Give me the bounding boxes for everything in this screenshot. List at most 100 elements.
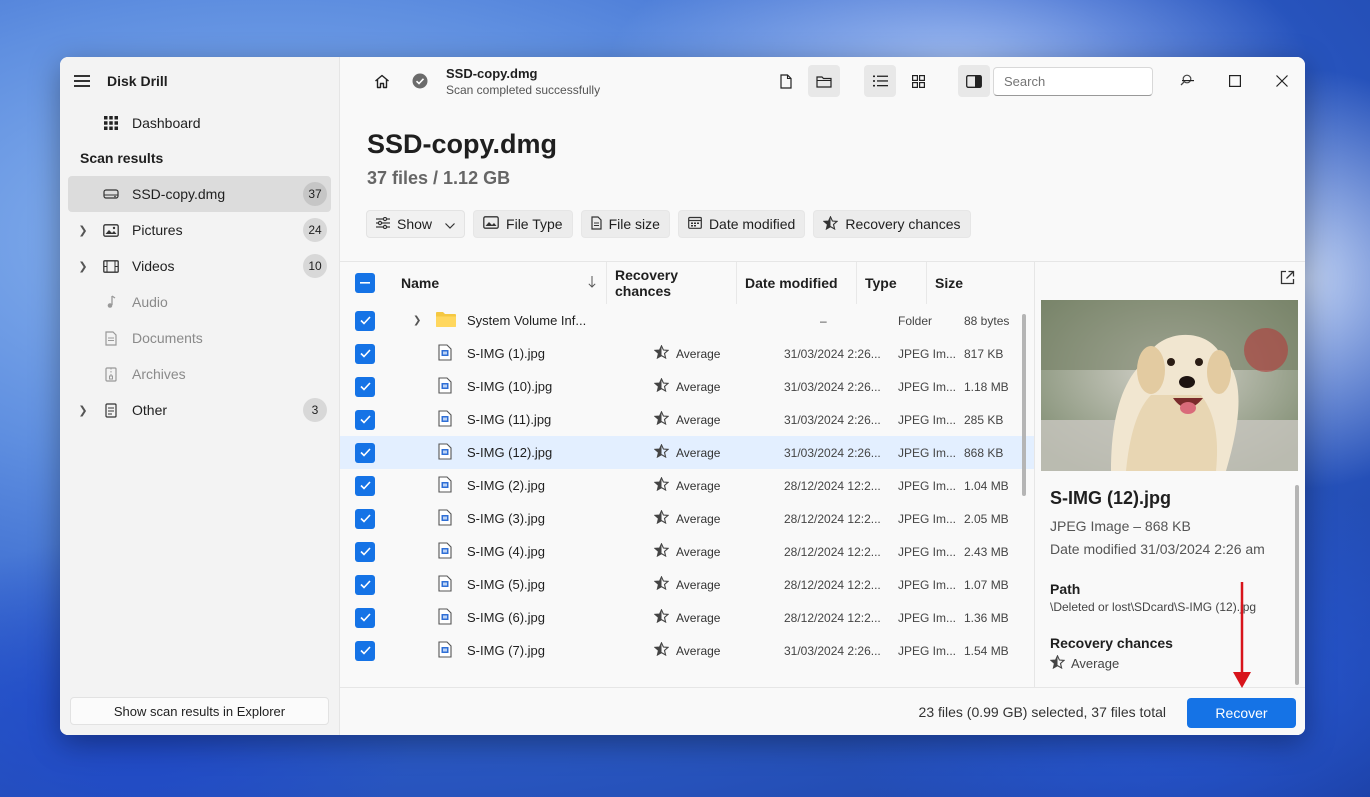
preview-panel-toggle-icon[interactable] <box>958 65 990 97</box>
file-name: S-IMG (2).jpg <box>467 478 546 493</box>
other-file-icon <box>102 402 120 418</box>
file-name: S-IMG (1).jpg <box>467 346 546 361</box>
row-checkbox[interactable] <box>355 376 375 397</box>
jpg-file-icon <box>438 376 452 397</box>
search-input[interactable] <box>1004 74 1180 89</box>
row-checkbox[interactable] <box>355 640 375 661</box>
folder-view-icon[interactable] <box>808 65 840 97</box>
column-header-size[interactable]: Size <box>926 262 1016 304</box>
file-type-filter-button[interactable]: File Type <box>473 210 573 238</box>
size-value: 1.36 MB <box>964 610 1009 625</box>
row-checkbox[interactable] <box>355 343 375 364</box>
table-row[interactable]: S-IMG (10).jpg Average 31/03/2024 2:26... J… <box>340 370 1034 403</box>
close-icon[interactable] <box>1258 57 1305 105</box>
table-row[interactable]: S-IMG (4).jpg Average 28/12/2024 12:2... JP… <box>340 535 1034 568</box>
preview-path-label: Path <box>1050 581 1081 597</box>
row-checkbox[interactable] <box>355 607 375 628</box>
row-checkbox[interactable] <box>355 409 375 430</box>
sidebar-item-other[interactable]: ❯ Other 3 <box>68 392 331 428</box>
list-view-icon[interactable] <box>864 65 896 97</box>
search-box[interactable] <box>993 67 1192 96</box>
date-value: 28/12/2024 12:2... <box>784 577 881 592</box>
row-checkbox[interactable] <box>355 310 375 331</box>
archive-icon <box>102 366 120 382</box>
show-filter-button[interactable]: Show <box>366 210 466 238</box>
scan-status: Scan completed successfully <box>446 82 601 97</box>
chevron-right-icon[interactable]: ❯ <box>76 404 90 417</box>
grid-view-icon[interactable] <box>902 65 934 97</box>
table-row[interactable]: S-IMG (2).jpg Average 28/12/2024 12:2... JP… <box>340 469 1034 502</box>
film-icon <box>102 259 120 273</box>
maximize-icon[interactable] <box>1211 57 1258 105</box>
preview-scrollbar[interactable] <box>1295 485 1299 685</box>
star-half-icon <box>653 641 670 659</box>
open-external-icon[interactable] <box>1280 270 1295 288</box>
count-badge: 3 <box>303 398 327 422</box>
sidebar-item-archives[interactable]: Archives <box>68 356 331 392</box>
column-header-type[interactable]: Type <box>856 262 926 304</box>
filter-label: Show <box>397 216 433 232</box>
page-subtitle: 37 files / 1.12 GB <box>367 168 511 188</box>
jpg-file-icon <box>438 508 452 529</box>
type-value: Folder <box>898 313 933 328</box>
window-controls <box>1164 57 1305 105</box>
table-row[interactable]: S-IMG (1).jpg Average 31/03/2024 2:26... JP… <box>340 337 1034 370</box>
row-checkbox[interactable] <box>355 442 375 463</box>
recovery-value: Average <box>676 412 721 427</box>
chevron-right-icon[interactable]: ❯ <box>76 260 90 273</box>
table-row[interactable]: ❯ System Volume Inf... – Folder 88 bytes <box>340 304 1034 337</box>
row-checkbox[interactable] <box>355 508 375 529</box>
page-title: SSD-copy.dmg <box>367 129 558 159</box>
select-all-checkbox[interactable] <box>355 273 375 293</box>
date-modified-filter-button[interactable]: Date modified <box>677 210 806 238</box>
sidebar-item-label: Audio <box>132 294 168 310</box>
row-checkbox[interactable] <box>355 541 375 562</box>
calendar-icon <box>688 216 702 232</box>
recovery-value: Average <box>676 346 721 361</box>
table-scrollbar[interactable] <box>1022 314 1026 496</box>
sidebar-item-documents[interactable]: Documents <box>68 320 331 356</box>
file-size-filter-button[interactable]: File size <box>580 210 670 238</box>
column-header-name[interactable]: Name <box>393 262 606 304</box>
scan-info: SSD-copy.dmg Scan completed successfully <box>446 66 600 97</box>
recovery-value: Average <box>676 445 721 460</box>
folder-icon <box>435 311 457 331</box>
table-row[interactable]: S-IMG (7).jpg Average 31/03/2024 2:26... JP… <box>340 634 1034 667</box>
recover-button[interactable]: Recover <box>1187 698 1296 728</box>
column-header-recovery[interactable]: Recovery chances <box>606 262 736 304</box>
table-row[interactable]: S-IMG (3).jpg Average 28/12/2024 12:2... JP… <box>340 502 1034 535</box>
table-row[interactable]: S-IMG (5).jpg Average 28/12/2024 12:2... JP… <box>340 568 1034 601</box>
show-in-explorer-button[interactable]: Show scan results in Explorer <box>70 697 329 725</box>
sidebar-item-videos[interactable]: ❯ Videos 10 <box>68 248 331 284</box>
chevron-right-icon[interactable]: ❯ <box>413 315 435 326</box>
table-row[interactable]: S-IMG (11).jpg Average 31/03/2024 2:26... J… <box>340 403 1034 436</box>
top-toolbar: SSD-copy.dmg Scan completed successfully <box>340 57 1305 105</box>
minimize-icon[interactable] <box>1164 57 1211 105</box>
home-icon[interactable] <box>366 65 398 97</box>
sidebar-item-pictures[interactable]: ❯ Pictures 24 <box>68 212 331 248</box>
view-toolbar <box>770 65 990 97</box>
recovery-value: Average <box>676 577 721 592</box>
sidebar-item-audio[interactable]: Audio <box>68 284 331 320</box>
chevron-right-icon[interactable]: ❯ <box>76 224 90 237</box>
file-name: S-IMG (10).jpg <box>467 379 553 394</box>
hamburger-menu-icon[interactable] <box>74 75 90 87</box>
preview-recovery-label: Recovery chances <box>1050 635 1173 651</box>
row-checkbox[interactable] <box>355 574 375 595</box>
sidebar-item-label: Other <box>132 402 168 418</box>
count-badge: 10 <box>303 254 327 278</box>
star-half-icon <box>653 443 670 461</box>
row-checkbox[interactable] <box>355 475 375 496</box>
sidebar-item-dashboard[interactable]: Dashboard <box>68 105 331 141</box>
file-view-icon[interactable] <box>770 65 802 97</box>
column-header-date[interactable]: Date modified <box>736 262 856 304</box>
sidebar-item-ssd-copy[interactable]: SSD-copy.dmg 37 <box>68 176 331 212</box>
filter-label: File Type <box>506 216 563 232</box>
sidebar-item-label: SSD-copy.dmg <box>132 186 226 202</box>
table-row[interactable]: S-IMG (6).jpg Average 28/12/2024 12:2... JP… <box>340 601 1034 634</box>
recovery-value: Average <box>676 511 721 526</box>
type-value: JPEG Im... <box>898 346 957 361</box>
date-value: 28/12/2024 12:2... <box>784 478 881 493</box>
recovery-chances-filter-button[interactable]: Recovery chances <box>813 210 971 238</box>
table-row[interactable]: S-IMG (12).jpg Average 31/03/2024 2:26... J… <box>340 436 1034 469</box>
